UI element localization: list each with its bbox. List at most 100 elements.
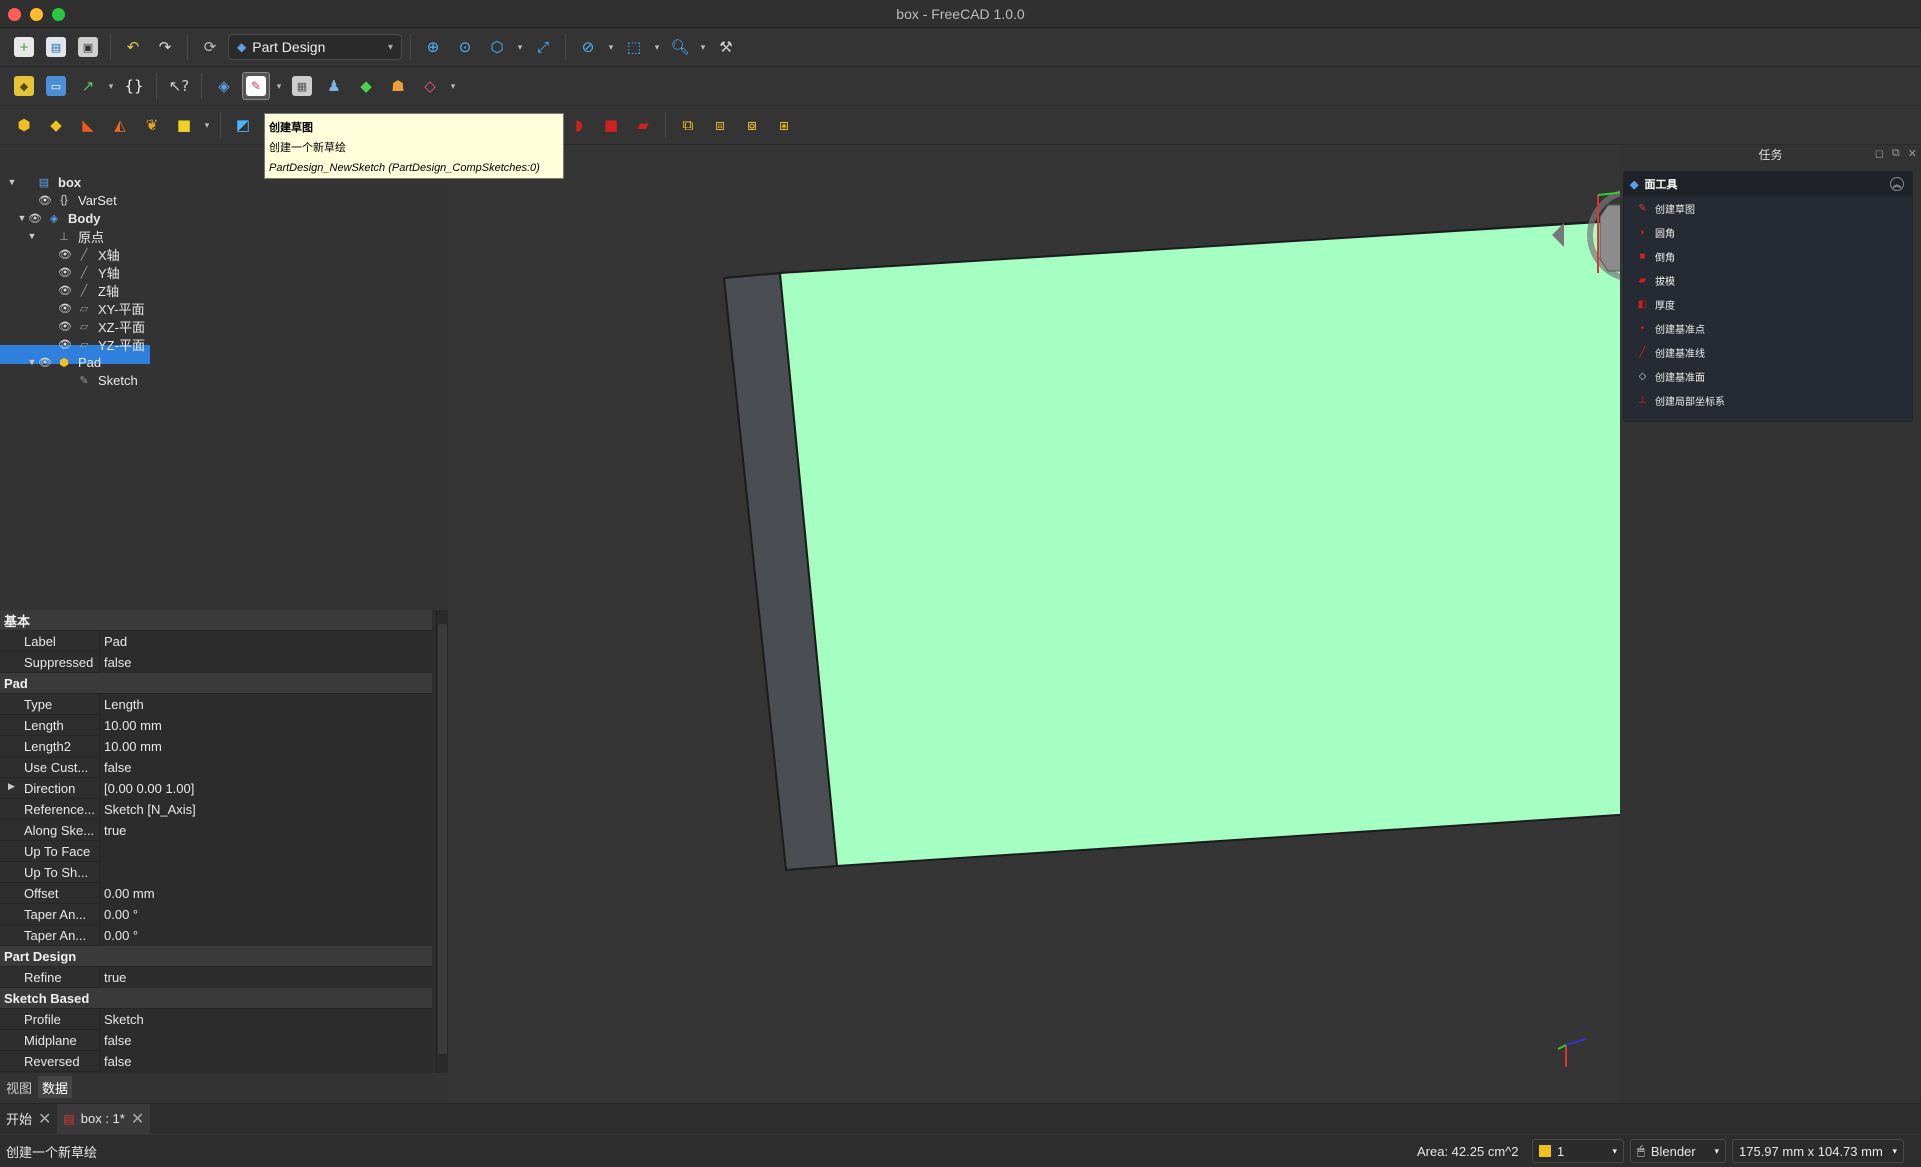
property-value[interactable]: false xyxy=(99,1029,432,1051)
chevron-down-icon[interactable]: ▾ xyxy=(606,33,616,61)
new-document-button[interactable]: + xyxy=(10,33,38,61)
property-value[interactable]: Length xyxy=(99,693,432,715)
zoom-button[interactable]: 🔍︎ xyxy=(666,33,694,61)
pad-button[interactable]: ⬢ xyxy=(10,111,38,139)
property-group[interactable]: Part Design xyxy=(0,946,432,967)
visibility-eye-icon[interactable]: 👁 xyxy=(38,194,52,207)
property-row[interactable]: ▶ Direction [0.00 0.00 1.00] xyxy=(0,777,432,799)
face-tools-header[interactable]: ◆ 面工具 ︽ xyxy=(1624,172,1912,196)
additive-loft-button[interactable]: ◣ xyxy=(74,111,102,139)
property-value[interactable]: 0.00 mm xyxy=(99,882,432,904)
multitransform-button[interactable]: ⧆ xyxy=(770,111,798,139)
chevron-down-icon[interactable]: ▾ xyxy=(106,72,116,100)
chevron-down-icon[interactable]: ▾ xyxy=(515,33,525,61)
close-window-button[interactable] xyxy=(8,8,21,21)
tree-item[interactable]: 👁 ▱ YZ-平面 xyxy=(0,335,448,353)
task-item[interactable]: ◧ 厚度 xyxy=(1624,292,1912,316)
create-part-button[interactable]: ◆ xyxy=(10,72,38,100)
tree-item[interactable]: 👁 ╱ Z轴 xyxy=(0,281,448,299)
clone-button[interactable]: ☗ xyxy=(384,72,412,100)
tree-item[interactable]: ▼ ⊥ 原点 xyxy=(0,227,448,245)
property-row[interactable]: Up To Sh... xyxy=(0,861,432,883)
expand-arrow-icon[interactable]: ▶ xyxy=(8,781,15,792)
chevron-down-icon[interactable]: ▾ xyxy=(698,33,708,61)
property-row[interactable]: Length 10.00 mm xyxy=(0,714,432,736)
chevron-down-icon[interactable]: ▾ xyxy=(652,33,662,61)
property-row[interactable]: Reference... Sketch [N_Axis] xyxy=(0,798,432,820)
tab-data[interactable]: 数据 xyxy=(38,1076,73,1098)
create-group-button[interactable]: ▭ xyxy=(42,72,70,100)
task-item[interactable]: ▰ 拔模 xyxy=(1624,268,1912,292)
visibility-eye-icon[interactable]: 👁 xyxy=(58,338,72,351)
property-row[interactable]: Profile Sketch xyxy=(0,1008,432,1030)
chevron-down-icon[interactable]: ▾ xyxy=(202,111,212,139)
task-item[interactable]: ◇ 创建基准面 xyxy=(1624,364,1912,388)
property-row[interactable]: Along Ske... true xyxy=(0,819,432,841)
chamfer-button[interactable]: ■ xyxy=(597,111,625,139)
property-group[interactable]: Sketch Based xyxy=(0,988,432,1009)
undo-button[interactable]: ↶ xyxy=(119,33,147,61)
close-icon[interactable]: ✕ xyxy=(131,1109,144,1129)
property-row[interactable]: Offset 0.00 mm xyxy=(0,882,432,904)
open-document-button[interactable]: ▤ xyxy=(42,33,70,61)
tree-item[interactable]: 👁 ╱ X轴 xyxy=(0,245,448,263)
3d-scene[interactable] xyxy=(448,145,1774,1103)
polar-pattern-button[interactable]: ⧇ xyxy=(738,111,766,139)
tree-item[interactable]: 👁 ▱ XY-平面 xyxy=(0,299,448,317)
additive-primitive-button[interactable]: ■ xyxy=(170,111,198,139)
visibility-eye-icon[interactable]: 👁 xyxy=(58,320,72,333)
task-item[interactable]: ⊥ 创建局部坐标系 xyxy=(1624,388,1912,412)
draw-style-button[interactable]: ⊘ xyxy=(574,33,602,61)
whats-this-button[interactable]: ↖? xyxy=(165,72,193,100)
task-item[interactable]: ■ 倒角 xyxy=(1624,244,1912,268)
visibility-eye-icon[interactable]: 👁 xyxy=(58,284,72,297)
property-value[interactable]: 0.00 ° xyxy=(99,924,432,946)
dock-close-icon[interactable]: ✕ xyxy=(1908,147,1917,160)
property-value[interactable]: Pad xyxy=(99,630,432,652)
tab-box[interactable]: ▤ box : 1* ✕ xyxy=(57,1103,151,1134)
tree-item[interactable]: 👁 {} VarSet xyxy=(0,191,448,209)
pocket-button[interactable]: ◩ xyxy=(229,111,257,139)
varset-button[interactable]: {} xyxy=(120,72,148,100)
property-row[interactable]: Type Length xyxy=(0,693,432,715)
dock-restore-icon[interactable]: ◻ xyxy=(1875,147,1884,160)
tree-item[interactable]: ▼ 👁 ◈ Body xyxy=(0,209,448,227)
property-value[interactable]: false xyxy=(99,651,432,673)
property-value[interactable]: true xyxy=(99,966,432,988)
task-item[interactable]: ╱ 创建基准线 xyxy=(1624,340,1912,364)
additive-pipe-button[interactable]: ◭ xyxy=(106,111,134,139)
property-row[interactable]: Taper An... 0.00 ° xyxy=(0,924,432,946)
tree-item[interactable]: ✎ Sketch xyxy=(0,371,448,389)
expand-arrow-icon[interactable]: ▼ xyxy=(6,177,18,187)
chevron-down-icon[interactable]: ▾ xyxy=(448,72,458,100)
std-views-button[interactable]: ⬡ xyxy=(483,33,511,61)
fit-all-button[interactable]: ⊕ xyxy=(419,33,447,61)
datum-button[interactable]: ◇ xyxy=(416,72,444,100)
fillet-button[interactable]: ◗ xyxy=(565,111,593,139)
property-value[interactable]: [0.00 0.00 1.00] xyxy=(99,777,432,799)
property-row[interactable]: Reversed false xyxy=(0,1050,432,1072)
visibility-eye-icon[interactable]: 👁 xyxy=(58,302,72,315)
expand-arrow-icon[interactable]: ▼ xyxy=(16,213,28,223)
property-scrollbar[interactable] xyxy=(436,610,448,1073)
expand-arrow-icon[interactable]: ▼ xyxy=(26,357,38,367)
property-value[interactable]: 10.00 mm xyxy=(99,714,432,736)
macro-button[interactable]: ⚒ xyxy=(712,33,740,61)
redo-button[interactable]: ↷ xyxy=(151,33,179,61)
dock-float-icon[interactable]: ⧉ xyxy=(1892,147,1900,160)
tab-start[interactable]: 开始 ✕ xyxy=(0,1104,57,1134)
task-item[interactable]: ◗ 圆角 xyxy=(1624,220,1912,244)
save-document-button[interactable]: ▣ xyxy=(74,33,102,61)
property-group[interactable]: 基本 xyxy=(0,610,432,631)
task-item[interactable]: • 创建基准点 xyxy=(1624,316,1912,340)
scrollbar-thumb[interactable] xyxy=(438,624,447,1054)
create-body-button[interactable]: ◈ xyxy=(210,72,238,100)
task-item[interactable]: ✎ 创建草图 xyxy=(1624,196,1912,220)
chevron-down-icon[interactable]: ▾ xyxy=(274,72,284,100)
refresh-button[interactable]: ⟳ xyxy=(196,33,224,61)
property-row[interactable]: Suppressed false xyxy=(0,651,432,673)
collapse-icon[interactable]: ︽ xyxy=(1890,177,1904,191)
visibility-eye-icon[interactable]: 👁 xyxy=(38,356,52,369)
tree-item[interactable]: 👁 ╱ Y轴 xyxy=(0,263,448,281)
property-value[interactable]: Sketch xyxy=(99,1008,432,1030)
